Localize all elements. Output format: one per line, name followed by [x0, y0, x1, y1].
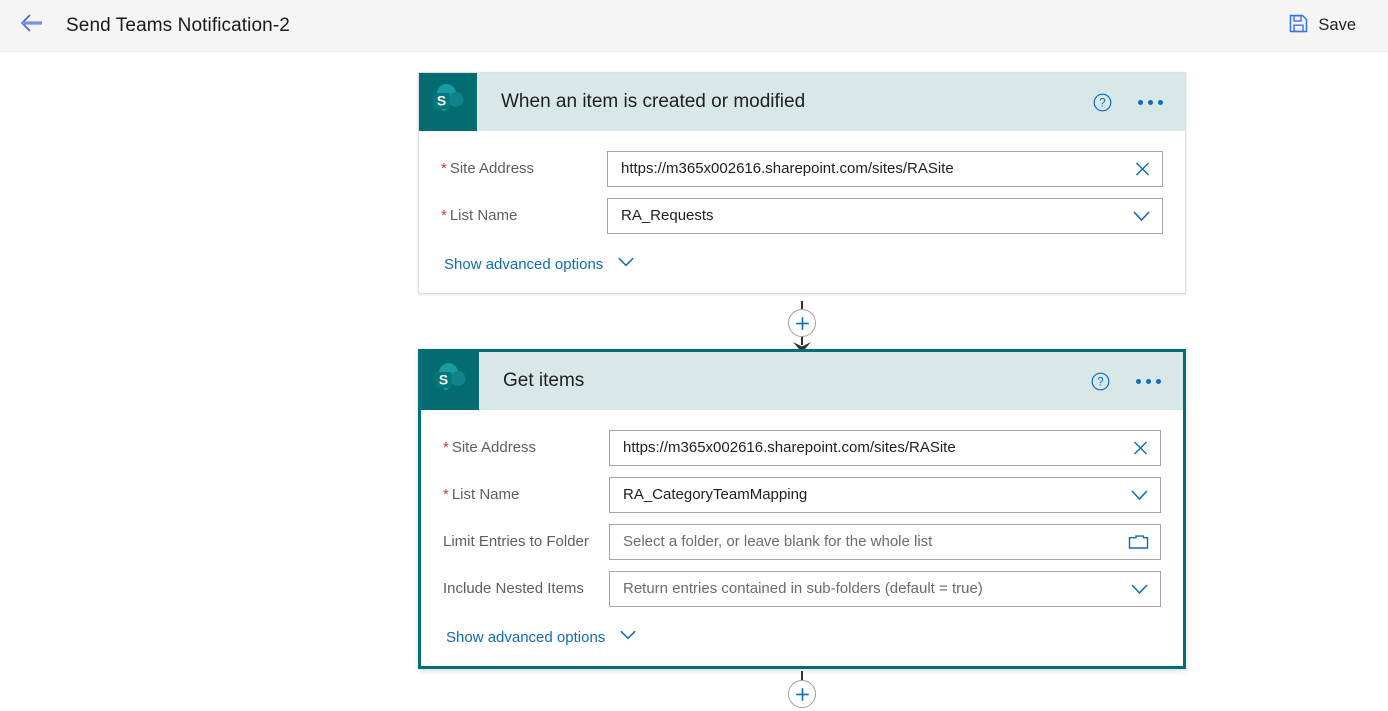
svg-text:S: S — [437, 93, 446, 109]
chevron-down-icon[interactable] — [1132, 209, 1151, 222]
connector-after-trigger — [418, 301, 1186, 353]
flow-designer-canvas: S When an item is created or modified ? — [0, 52, 1388, 708]
clear-x-icon[interactable] — [1132, 439, 1149, 456]
show-advanced-options-label: Show advanced options — [444, 255, 604, 273]
field-label: Limit Entries to Folder — [443, 533, 609, 550]
field-row-include-nested-items: Include Nested Items Return entries cont… — [421, 565, 1183, 612]
connector-line-top — [801, 301, 803, 309]
field-placeholder: Select a folder, or leave blank for the … — [623, 533, 933, 550]
svg-text:S: S — [439, 372, 448, 388]
card-body: * Site Address https://m365x002616.share… — [419, 131, 1185, 293]
folder-icon[interactable] — [1128, 533, 1149, 550]
field-value: RA_Requests — [621, 207, 714, 224]
sharepoint-icon: S — [419, 73, 477, 131]
card-header: S When an item is created or modified ? — [419, 73, 1185, 131]
required-asterisk: * — [441, 160, 447, 177]
flow-card-get-items[interactable]: S Get items ? * Site Address https://m36… — [418, 349, 1186, 669]
field-value: https://m365x002616.sharepoint.com/sites… — [623, 439, 956, 456]
page-title: Send Teams Notification-2 — [66, 14, 290, 36]
field-label: * Site Address — [441, 160, 607, 177]
list-name-dropdown[interactable]: RA_Requests — [607, 197, 1163, 234]
field-row-limit-entries-to-folder: Limit Entries to Folder Select a folder,… — [421, 518, 1183, 565]
chevron-down-icon[interactable] — [1130, 582, 1149, 595]
list-name-dropdown[interactable]: RA_CategoryTeamMapping — [609, 476, 1161, 513]
field-row-list-name: * List Name RA_CategoryTeamMapping — [421, 471, 1183, 518]
field-label-text: List Name — [449, 207, 518, 224]
site-address-input[interactable]: https://m365x002616.sharepoint.com/sites… — [607, 150, 1163, 187]
card-title: Get items — [503, 370, 585, 391]
show-advanced-options-label: Show advanced options — [446, 628, 606, 646]
card-header-actions: ? — [1091, 352, 1183, 410]
more-horizontal-icon[interactable] — [1136, 378, 1161, 384]
field-label-text: Limit Entries to Folder — [443, 533, 589, 550]
save-button-label: Save — [1318, 16, 1356, 34]
field-label-text: Include Nested Items — [443, 580, 584, 597]
required-asterisk: * — [441, 207, 447, 224]
svg-text:?: ? — [1099, 97, 1105, 109]
add-step-plus-icon[interactable] — [788, 309, 816, 337]
save-floppy-icon — [1289, 14, 1308, 38]
svg-text:?: ? — [1097, 376, 1103, 388]
chevron-down-icon[interactable] — [1130, 488, 1149, 501]
required-asterisk: * — [443, 439, 449, 456]
add-step-plus-icon[interactable] — [788, 680, 816, 708]
field-row-list-name: * List Name RA_Requests — [419, 192, 1185, 239]
show-advanced-options-get-items[interactable]: Show advanced options — [421, 628, 637, 646]
field-label-text: Site Address — [449, 160, 535, 177]
field-placeholder: Return entries contained in sub-folders … — [623, 580, 983, 597]
card-body: * Site Address https://m365x002616.share… — [421, 410, 1183, 666]
back-button[interactable] — [12, 6, 52, 46]
card-header-actions: ? — [1093, 73, 1185, 131]
connector-line-top — [801, 671, 803, 680]
topbar-actions: Save — [1283, 8, 1362, 44]
field-value: https://m365x002616.sharepoint.com/sites… — [621, 160, 954, 177]
clear-x-icon[interactable] — [1134, 160, 1151, 177]
limit-entries-to-folder-input[interactable]: Select a folder, or leave blank for the … — [609, 523, 1161, 560]
chevron-down-icon — [619, 628, 637, 646]
field-row-site-address: * Site Address https://m365x002616.share… — [421, 424, 1183, 471]
show-advanced-options-trigger[interactable]: Show advanced options — [419, 255, 635, 273]
arrow-left-icon — [19, 12, 45, 39]
field-label-text: List Name — [451, 486, 520, 503]
field-label: * List Name — [441, 207, 607, 224]
card-title: When an item is created or modified — [501, 91, 806, 112]
help-circle-icon[interactable]: ? — [1093, 93, 1112, 112]
field-label-text: Site Address — [451, 439, 537, 456]
required-asterisk: * — [443, 486, 449, 503]
field-label: * List Name — [443, 486, 609, 503]
include-nested-items-dropdown[interactable]: Return entries contained in sub-folders … — [609, 570, 1161, 607]
connector-after-get-items — [418, 671, 1186, 711]
help-circle-icon[interactable]: ? — [1091, 372, 1110, 391]
field-value: RA_CategoryTeamMapping — [623, 486, 808, 503]
save-button[interactable]: Save — [1283, 8, 1362, 44]
sharepoint-icon: S — [421, 352, 479, 410]
chevron-down-icon — [617, 255, 635, 273]
site-address-input[interactable]: https://m365x002616.sharepoint.com/sites… — [609, 429, 1161, 466]
field-label: Include Nested Items — [443, 580, 609, 597]
more-horizontal-icon[interactable] — [1138, 99, 1163, 105]
field-label: * Site Address — [443, 439, 609, 456]
card-header: S Get items ? — [421, 352, 1183, 410]
top-command-bar: Send Teams Notification-2 Save — [0, 0, 1388, 52]
flow-card-trigger[interactable]: S When an item is created or modified ? — [418, 72, 1186, 294]
field-row-site-address: * Site Address https://m365x002616.share… — [419, 145, 1185, 192]
